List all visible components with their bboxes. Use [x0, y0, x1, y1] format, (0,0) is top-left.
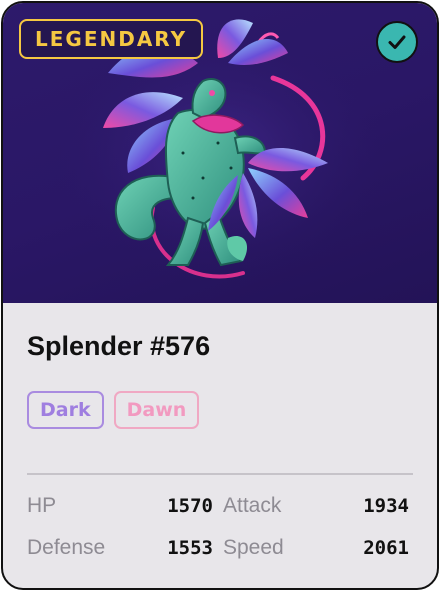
- creature-name: Splender #576: [27, 331, 211, 361]
- type-chip-dawn[interactable]: Dawn: [113, 391, 200, 429]
- stat-speed: Speed 2061: [223, 531, 409, 565]
- stat-attack-value: 1934: [363, 495, 409, 517]
- stat-speed-label: Speed: [223, 536, 284, 559]
- creature-card[interactable]: LEGENDARY Splender #576 Dark Dawn HP 157…: [1, 1, 439, 590]
- checkmark-icon: [388, 35, 406, 49]
- checkmark-button[interactable]: [376, 21, 418, 63]
- stat-hp: HP 1570: [27, 489, 213, 523]
- legendary-badge: LEGENDARY: [19, 19, 204, 59]
- stat-speed-value: 2061: [363, 537, 409, 559]
- stat-hp-value: 1570: [167, 495, 213, 517]
- legendary-badge-label: LEGENDARY: [35, 27, 188, 51]
- type-list: Dark Dawn: [27, 391, 200, 429]
- stat-defense-label: Defense: [27, 536, 106, 559]
- divider: [27, 473, 413, 475]
- type-chip-dark[interactable]: Dark: [27, 391, 104, 429]
- stat-hp-label: HP: [27, 494, 57, 517]
- stat-attack-label: Attack: [223, 494, 282, 517]
- stat-defense: Defense 1553: [27, 531, 213, 565]
- stat-attack: Attack 1934: [223, 489, 409, 523]
- stat-defense-value: 1553: [167, 537, 213, 559]
